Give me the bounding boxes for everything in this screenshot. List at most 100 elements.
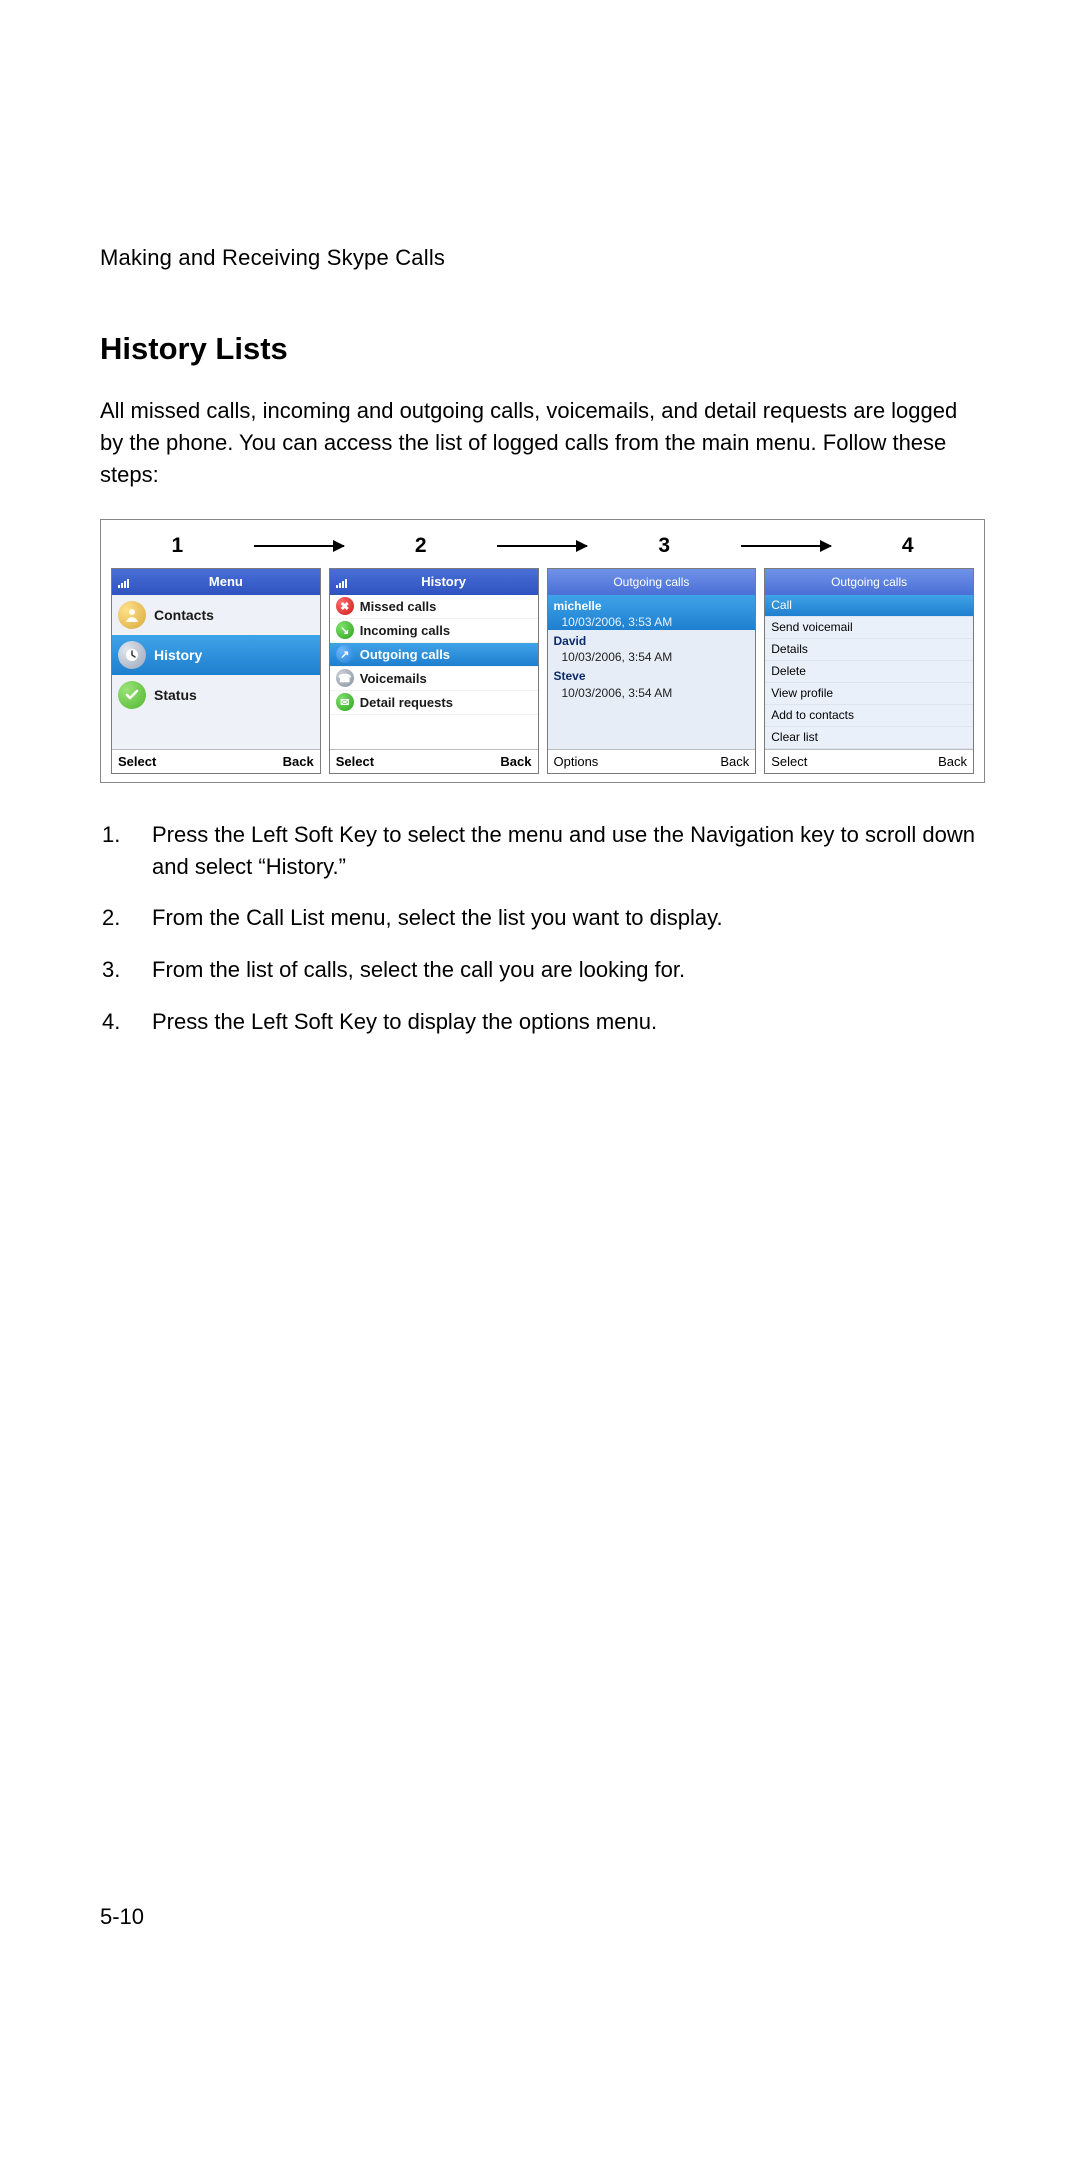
menu-item-contacts[interactable]: Contacts [112, 595, 320, 635]
titlebar-title: Outgoing calls [613, 575, 689, 589]
step-item: 2. From the Call List menu, select the l… [100, 902, 985, 934]
call-entry[interactable]: michelle 10/03/2006, 3:53 AM [548, 595, 756, 630]
step-arrow-row: 1 2 3 4 [111, 528, 974, 568]
voicemail-icon: ☎ [336, 669, 354, 687]
option-clear-list[interactable]: Clear list [765, 727, 973, 749]
screen-history: History ✖ Missed calls ↘ Incoming calls … [329, 568, 539, 774]
call-name: David [554, 633, 750, 649]
call-entry[interactable]: Steve 10/03/2006, 3:54 AM [548, 665, 756, 700]
softkey-bar: Select Back [765, 749, 973, 773]
call-timestamp: 10/03/2006, 3:54 AM [554, 685, 750, 701]
titlebar-title: Menu [138, 574, 314, 589]
step-item: 1. Press the Left Soft Key to select the… [100, 819, 985, 883]
option-label: Clear list [771, 730, 818, 744]
call-name: michelle [554, 598, 750, 614]
check-icon [118, 681, 146, 709]
option-label: Delete [771, 664, 806, 678]
menu-item-status[interactable]: Status [112, 675, 320, 715]
step-text: Press the Left Soft Key to select the me… [152, 819, 985, 883]
option-send-voicemail[interactable]: Send voicemail [765, 617, 973, 639]
screen-outgoing-list: Outgoing calls michelle 10/03/2006, 3:53… [547, 568, 757, 774]
history-item-label: Missed calls [360, 599, 437, 614]
titlebar: Menu [112, 569, 320, 595]
step-item: 3. From the list of calls, select the ca… [100, 954, 985, 986]
option-label: Send voicemail [771, 620, 852, 634]
softkey-right[interactable]: Back [938, 754, 967, 769]
history-item-incoming[interactable]: ↘ Incoming calls [330, 619, 538, 643]
option-label: Call [771, 598, 792, 612]
arrow-icon [254, 545, 344, 547]
softkey-bar: Options Back [548, 749, 756, 773]
step-text: From the list of calls, select the call … [152, 954, 985, 986]
screens-row: Menu Contacts History [111, 568, 974, 774]
screen-body: Call Send voicemail Details Delete View … [765, 595, 973, 749]
option-label: Details [771, 642, 808, 656]
call-timestamp: 10/03/2006, 3:54 AM [554, 649, 750, 665]
menu-item-label: History [154, 647, 202, 663]
step-text: From the Call List menu, select the list… [152, 902, 985, 934]
screen-body: michelle 10/03/2006, 3:53 AM David 10/03… [548, 595, 756, 749]
call-entry[interactable]: David 10/03/2006, 3:54 AM [548, 630, 756, 665]
call-timestamp: 10/03/2006, 3:53 AM [554, 614, 750, 630]
softkey-left[interactable]: Select [771, 754, 807, 769]
clock-icon [118, 641, 146, 669]
step-number: 1. [100, 819, 152, 883]
step-number: 2. [100, 902, 152, 934]
option-call[interactable]: Call [765, 595, 973, 617]
screen-menu: Menu Contacts History [111, 568, 321, 774]
softkey-bar: Select Back [112, 749, 320, 773]
outgoing-icon: ↗ [336, 645, 354, 663]
option-label: View profile [771, 686, 833, 700]
history-item-missed[interactable]: ✖ Missed calls [330, 595, 538, 619]
softkey-left[interactable]: Select [336, 754, 374, 769]
figure-box: 1 2 3 4 Menu Contacts [100, 519, 985, 783]
intro-paragraph: All missed calls, incoming and outgoing … [100, 395, 985, 491]
option-delete[interactable]: Delete [765, 661, 973, 683]
step-text: Press the Left Soft Key to display the o… [152, 1006, 985, 1038]
page-title: History Lists [100, 331, 985, 367]
page-number: 5-10 [100, 1904, 144, 1930]
softkey-right[interactable]: Back [283, 754, 314, 769]
option-label: Add to contacts [771, 708, 854, 722]
call-name: Steve [554, 668, 750, 684]
screen-body: ✖ Missed calls ↘ Incoming calls ↗ Outgoi… [330, 595, 538, 749]
step-number: 3. [100, 954, 152, 986]
softkey-right[interactable]: Back [720, 754, 749, 769]
arrow-icon [497, 545, 587, 547]
option-add-to-contacts[interactable]: Add to contacts [765, 705, 973, 727]
arrow-icon [741, 545, 831, 547]
step-number-1: 1 [171, 534, 183, 558]
titlebar-title: History [356, 574, 532, 589]
step-number-4: 4 [902, 534, 914, 558]
history-item-label: Incoming calls [360, 623, 450, 638]
titlebar: Outgoing calls [765, 569, 973, 595]
softkey-bar: Select Back [330, 749, 538, 773]
option-details[interactable]: Details [765, 639, 973, 661]
titlebar: Outgoing calls [548, 569, 756, 595]
signal-icon [336, 576, 350, 588]
step-item: 4. Press the Left Soft Key to display th… [100, 1006, 985, 1038]
missed-icon: ✖ [336, 597, 354, 615]
menu-item-label: Status [154, 687, 197, 703]
history-item-outgoing[interactable]: ↗ Outgoing calls [330, 643, 538, 667]
history-item-label: Outgoing calls [360, 647, 450, 662]
softkey-left[interactable]: Select [118, 754, 156, 769]
menu-item-history[interactable]: History [112, 635, 320, 675]
softkey-left[interactable]: Options [554, 754, 599, 769]
history-item-details[interactable]: ✉ Detail requests [330, 691, 538, 715]
step-number-3: 3 [658, 534, 670, 558]
titlebar-title: Outgoing calls [831, 575, 907, 589]
screen-options: Outgoing calls Call Send voicemail Detai… [764, 568, 974, 774]
step-number: 4. [100, 1006, 152, 1038]
softkey-right[interactable]: Back [500, 754, 531, 769]
signal-icon [118, 576, 132, 588]
option-view-profile[interactable]: View profile [765, 683, 973, 705]
screen-body: Contacts History Status [112, 595, 320, 749]
section-header: Making and Receiving Skype Calls [100, 245, 985, 271]
contacts-icon [118, 601, 146, 629]
incoming-icon: ↘ [336, 621, 354, 639]
history-item-voicemails[interactable]: ☎ Voicemails [330, 667, 538, 691]
history-item-label: Detail requests [360, 695, 453, 710]
history-item-label: Voicemails [360, 671, 427, 686]
manual-page: Making and Receiving Skype Calls History… [0, 0, 1080, 2160]
